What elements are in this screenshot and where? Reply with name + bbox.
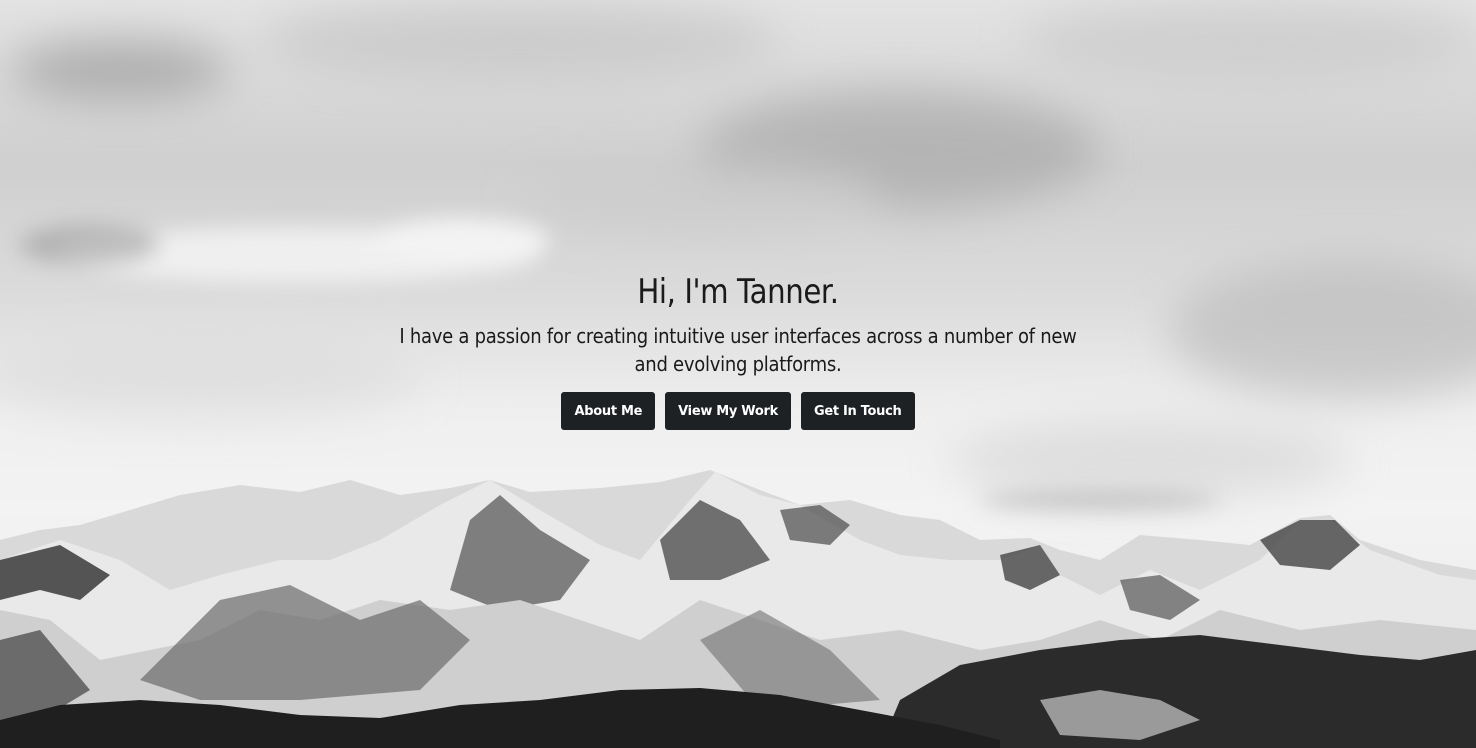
about-me-button[interactable]: About Me bbox=[561, 392, 656, 430]
hero-content: Hi, I'm Tanner. I have a passion for cre… bbox=[0, 266, 1476, 430]
hero-headline: Hi, I'm Tanner. bbox=[637, 272, 839, 312]
hero-tagline: I have a passion for creating intuitive … bbox=[399, 324, 1077, 376]
hero-section: Hi, I'm Tanner. I have a passion for cre… bbox=[0, 0, 1476, 748]
view-my-work-button[interactable]: View My Work bbox=[665, 392, 791, 430]
hero-button-group: About Me View My Work Get In Touch bbox=[0, 392, 1476, 430]
get-in-touch-button[interactable]: Get In Touch bbox=[800, 392, 915, 430]
